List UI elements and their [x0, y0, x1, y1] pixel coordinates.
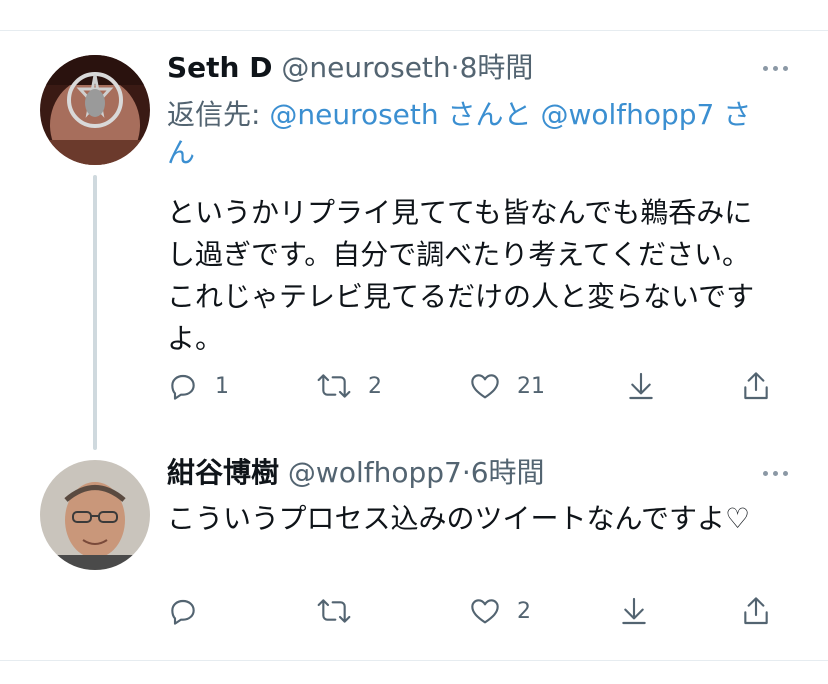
action-bar: 1 2 21: [0, 370, 828, 410]
reply-san-1: さんと: [438, 98, 541, 131]
avatar[interactable]: [40, 55, 150, 165]
more-icon[interactable]: [763, 66, 788, 71]
reply-mention-wolfhopp7[interactable]: @wolfhopp7: [540, 98, 714, 131]
like-button[interactable]: 2: [469, 595, 531, 627]
retweet-icon: [317, 374, 351, 398]
like-count: 21: [517, 373, 545, 399]
reply-prefix: 返信先:: [167, 98, 270, 131]
more-icon[interactable]: [763, 471, 788, 476]
tweet-header: 紺谷博樹 @wolfhopp7·6時間: [167, 455, 545, 491]
tweet-header: Seth D @neuroseth·8時間: [167, 50, 533, 86]
share-button[interactable]: [740, 595, 772, 627]
handle[interactable]: @wolfhopp7: [288, 456, 462, 489]
retweet-icon: [317, 599, 351, 623]
download-icon: [622, 597, 646, 625]
reply-icon: [171, 599, 195, 625]
tweet-wolfhopp7[interactable]: 紺谷博樹 @wolfhopp7·6時間 こういうプロセス込みのツイートなんですよ…: [0, 440, 828, 660]
download-icon: [629, 372, 653, 400]
heart-icon: [471, 374, 499, 399]
reply-context: 返信先: @neuroseth さんと @wolfhopp7 さん: [167, 96, 767, 172]
dot-separator: ·: [450, 51, 460, 84]
action-bar: 2: [0, 595, 828, 635]
share-icon: [744, 372, 768, 400]
like-count: 2: [517, 598, 531, 624]
tweet-text: というかリプライ見てても皆なんでも鵜呑みにし過ぎです。自分で調べたり考えてくださ…: [167, 196, 755, 355]
reply-count: 1: [215, 373, 229, 399]
heart-icon: [471, 599, 499, 624]
reply-icon: [171, 374, 195, 400]
timestamp[interactable]: 6時間: [471, 456, 545, 489]
bottom-divider: [0, 660, 828, 661]
retweet-count: 2: [368, 373, 382, 399]
retweet-button[interactable]: 2: [316, 370, 382, 402]
reply-button[interactable]: [167, 595, 215, 627]
avatar[interactable]: [40, 460, 150, 570]
reply-mention-neuroseth[interactable]: @neuroseth: [269, 98, 438, 131]
timestamp[interactable]: 8時間: [460, 51, 534, 84]
download-button[interactable]: [618, 595, 650, 627]
like-button[interactable]: 21: [469, 370, 545, 402]
download-button[interactable]: [625, 370, 657, 402]
retweet-button[interactable]: [316, 595, 368, 627]
share-icon: [744, 597, 768, 625]
display-name[interactable]: 紺谷博樹: [167, 456, 279, 489]
share-button[interactable]: [740, 370, 772, 402]
tweet-seth-d[interactable]: Seth D @neuroseth·8時間 返信先: @neuroseth さん…: [0, 0, 828, 450]
handle[interactable]: @neuroseth: [281, 51, 450, 84]
display-name[interactable]: Seth D: [167, 51, 272, 84]
reply-button[interactable]: 1: [167, 370, 229, 402]
dot-separator: ·: [461, 456, 471, 489]
tweet-text: こういうプロセス込みのツイートなんですよ♡: [167, 502, 751, 535]
